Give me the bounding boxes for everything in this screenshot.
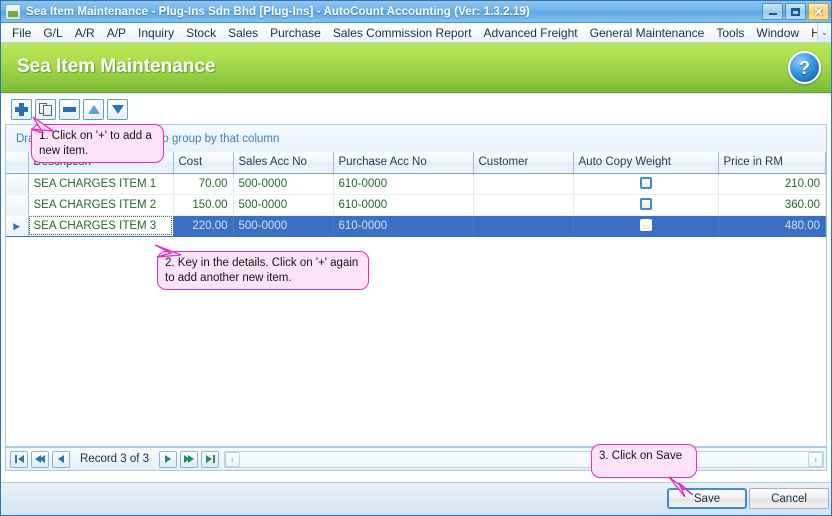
column-header-auto-copy-weight[interactable]: Auto Copy Weight (573, 152, 719, 174)
menu-item-file[interactable]: File (6, 24, 37, 42)
row-indicator (6, 173, 29, 195)
column-header-customer[interactable]: Customer (473, 152, 574, 174)
cell-purchase-acc-no[interactable]: 610-0000 (333, 173, 474, 195)
next-page-button[interactable] (180, 450, 199, 468)
callout-3-pointer (668, 476, 694, 498)
scroll-right-button[interactable]: › (808, 451, 823, 467)
window-controls: ✕ (762, 3, 829, 20)
row-indicator-header (6, 152, 29, 174)
menu-item-purchase[interactable]: Purchase (264, 24, 327, 42)
cell-price-in-rm[interactable]: 480.00 (718, 215, 826, 237)
menu-item-ap[interactable]: A/P (101, 24, 132, 42)
last-record-button[interactable] (201, 450, 220, 468)
move-down-button[interactable] (107, 98, 128, 120)
table-row[interactable]: SEA CHARGES ITEM 2 150.00 500-0000 610-0… (6, 194, 826, 216)
menu-item-advanced-freight[interactable]: Advanced Freight (478, 24, 584, 42)
previous-page-button[interactable] (31, 450, 49, 468)
row-indicator (6, 194, 29, 216)
row-indicator: ▶ (6, 215, 29, 237)
horizontal-scrollbar[interactable]: ‹ › (224, 450, 824, 468)
column-header-sales-acc-no[interactable]: Sales Acc No (233, 152, 334, 174)
arrow-down-icon (111, 104, 124, 114)
record-navigator: Record 3 of 3 ‹ › (5, 447, 827, 471)
callout-1-pointer (30, 116, 56, 135)
title-bar: Sea Item Maintenance - Plug-Ins Sdn Bhd … (1, 1, 831, 23)
menu-item-sales[interactable]: Sales (222, 24, 264, 42)
minimize-button[interactable] (762, 3, 783, 20)
close-button[interactable]: ✕ (808, 3, 829, 20)
page-title: Sea Item Maintenance (17, 56, 216, 77)
scroll-left-button[interactable]: ‹ (225, 451, 241, 467)
page-banner: Sea Item Maintenance ? (1, 43, 831, 93)
record-position-label: Record 3 of 3 (80, 453, 150, 465)
cancel-button[interactable]: Cancel (749, 488, 829, 509)
cell-sales-acc-no[interactable]: 500-0000 (233, 194, 334, 216)
items-grid: Description Cost Sales Acc No Purchase A… (5, 152, 827, 447)
cell-purchase-acc-no[interactable]: 610-0000 (333, 215, 474, 237)
cell-price-in-rm[interactable]: 210.00 (718, 173, 826, 195)
first-record-button[interactable] (10, 450, 28, 468)
menu-item-general-maintenance[interactable]: General Maintenance (584, 24, 711, 42)
menu-item-sales-commission-report[interactable]: Sales Commission Report (327, 24, 478, 42)
grid-toolbar (1, 94, 831, 124)
application-window: Sea Item Maintenance - Plug-Ins Sdn Bhd … (0, 0, 832, 516)
menu-item-ar[interactable]: A/R (69, 24, 101, 42)
cell-price-in-rm[interactable]: 360.00 (718, 194, 826, 216)
arrow-up-icon (87, 104, 100, 114)
callout-2-pointer (154, 244, 182, 258)
question-mark-icon: ? (799, 57, 810, 78)
close-icon: ✕ (813, 4, 824, 19)
menu-item-tools[interactable]: Tools (710, 24, 750, 42)
current-row-arrow-icon: ▶ (13, 220, 21, 231)
table-row-selected[interactable]: ▶ SEA CHARGES ITEM 3 220.00 500-0000 610… (6, 215, 826, 237)
cell-customer[interactable] (473, 194, 574, 216)
auto-copy-weight-checkbox[interactable] (639, 177, 652, 190)
cell-auto-copy-weight[interactable] (573, 173, 719, 195)
previous-record-button[interactable] (52, 450, 70, 468)
window-title: Sea Item Maintenance - Plug-Ins Sdn Bhd … (26, 5, 530, 18)
app-icon (5, 3, 21, 20)
help-button[interactable]: ? (788, 51, 821, 84)
cell-auto-copy-weight[interactable] (573, 215, 719, 237)
menu-bar: File G/L A/R A/P Inquiry Stock Sales Pur… (1, 23, 831, 43)
maximize-button[interactable] (785, 3, 806, 20)
cell-description[interactable]: SEA CHARGES ITEM 1 (28, 173, 174, 195)
next-record-button[interactable] (159, 450, 178, 468)
menu-item-stock[interactable]: Stock (180, 24, 222, 42)
auto-copy-weight-checkbox[interactable] (639, 198, 652, 211)
cell-description[interactable]: SEA CHARGES ITEM 2 (28, 194, 174, 216)
menu-overflow-chevron-down-icon[interactable]: ⌄ (817, 23, 831, 42)
cell-purchase-acc-no[interactable]: 610-0000 (333, 194, 474, 216)
column-header-price-in-rm[interactable]: Price in RM (718, 152, 826, 174)
cell-auto-copy-weight[interactable] (573, 194, 719, 216)
move-up-button[interactable] (83, 98, 104, 120)
cell-sales-acc-no[interactable]: 500-0000 (233, 173, 334, 195)
table-row[interactable]: SEA CHARGES ITEM 1 70.00 500-0000 610-00… (6, 173, 826, 195)
cell-customer[interactable] (473, 215, 574, 237)
auto-copy-weight-checkbox[interactable] (639, 219, 652, 232)
column-header-cost[interactable]: Cost (173, 152, 234, 174)
menu-item-inquiry[interactable]: Inquiry (132, 24, 180, 42)
column-header-purchase-acc-no[interactable]: Purchase Acc No (333, 152, 474, 174)
cell-cost[interactable]: 150.00 (173, 194, 234, 216)
cell-customer[interactable] (473, 173, 574, 195)
menu-item-window[interactable]: Window (750, 24, 805, 42)
cell-sales-acc-no[interactable]: 500-0000 (233, 215, 334, 237)
menu-item-gl[interactable]: G/L (37, 24, 68, 42)
cell-cost[interactable]: 70.00 (173, 173, 234, 195)
